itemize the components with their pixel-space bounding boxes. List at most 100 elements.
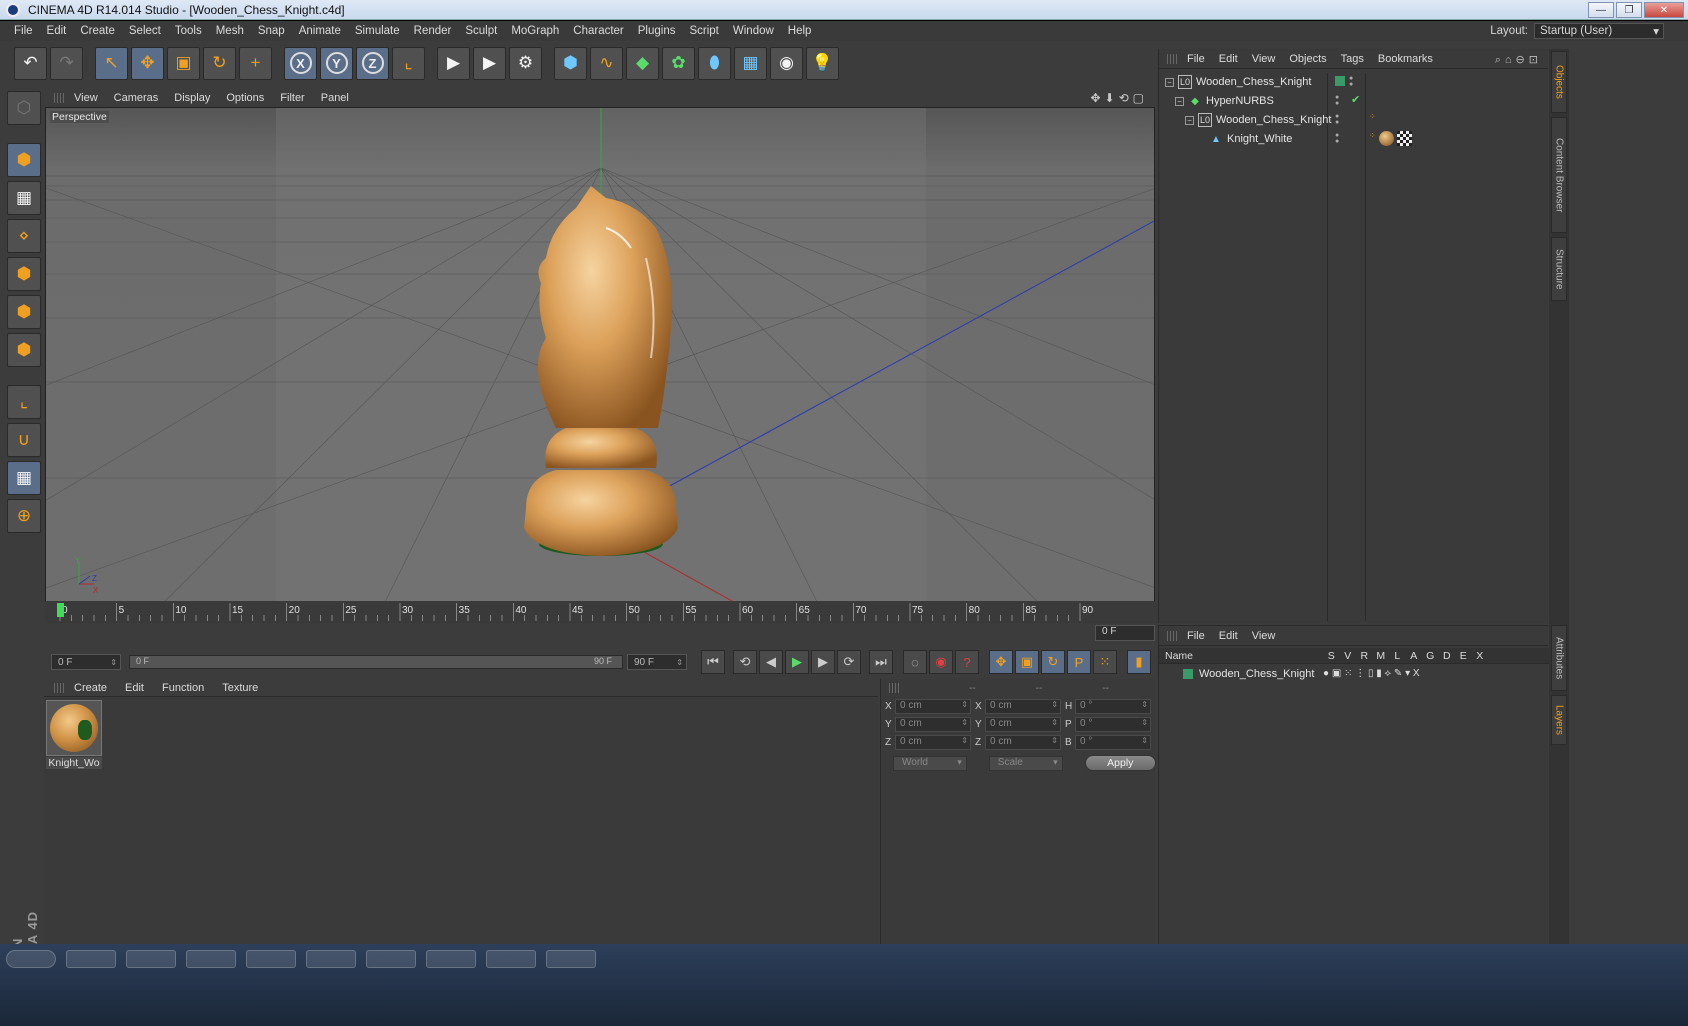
taskbar-item[interactable]: [426, 950, 476, 968]
menu-render[interactable]: Render: [414, 25, 452, 37]
timeline-window-button[interactable]: ▮: [1127, 650, 1151, 674]
material-menu-create[interactable]: Create: [74, 682, 107, 694]
layer-col-manager[interactable]: M: [1373, 650, 1390, 662]
parameter-key-button[interactable]: P: [1067, 650, 1091, 674]
light-button[interactable]: 💡: [806, 46, 839, 80]
end-frame-field[interactable]: 90 F: [627, 654, 687, 670]
minimize-button[interactable]: —: [1588, 2, 1614, 18]
spline-button[interactable]: ∿: [590, 46, 623, 80]
material-name[interactable]: Knight_Wo: [46, 757, 102, 769]
taskbar-item[interactable]: [126, 950, 176, 968]
timeline-ruler[interactable]: 0 5 10 15 20 25 30 35 40 45 50 55 60 65 70 75 80 85 90: [45, 601, 1157, 623]
rotation-p-field[interactable]: 0 °: [1075, 716, 1151, 732]
viewport-menu-panel[interactable]: Panel: [321, 92, 349, 104]
lm-menu-view[interactable]: View: [1252, 630, 1276, 642]
select-tool-button[interactable]: ↖: [95, 46, 128, 80]
tab-structure[interactable]: Structure: [1551, 237, 1567, 301]
taskbar-item[interactable]: [546, 950, 596, 968]
frame-range-slider[interactable]: 0 F 90 F: [129, 655, 623, 669]
layer-col-generators[interactable]: G: [1422, 650, 1439, 662]
taskbar-item[interactable]: [246, 950, 296, 968]
make-editable-button[interactable]: ⬡: [7, 91, 41, 125]
menu-plugins[interactable]: Plugins: [638, 25, 676, 37]
scale-key-button[interactable]: ▣: [1015, 650, 1039, 674]
size-y-field[interactable]: 0 cm: [985, 716, 1061, 732]
menu-create[interactable]: Create: [80, 25, 115, 37]
phong-tag-icon[interactable]: ⁘: [1369, 112, 1376, 121]
points-mode-button[interactable]: ⬢: [7, 257, 41, 291]
menu-sculpt[interactable]: Sculpt: [465, 25, 497, 37]
redo-button[interactable]: ↷: [50, 46, 83, 80]
collapse-icon[interactable]: −: [1175, 96, 1184, 106]
layer-toggle-icons[interactable]: ● ▣ ⁙ ⋮ ▯ ▮ ⟡ ✎ ▾ X: [1323, 668, 1420, 679]
edges-mode-button[interactable]: ⬢: [7, 295, 41, 329]
maximize-button[interactable]: ❐: [1616, 2, 1642, 18]
workplane-mode-button[interactable]: ⋄: [7, 219, 41, 253]
menu-select[interactable]: Select: [129, 25, 161, 37]
menu-edit[interactable]: Edit: [47, 25, 67, 37]
point-level-animation-button[interactable]: ⁙: [1093, 650, 1117, 674]
visibility-dots-icon[interactable]: ● ●: [1335, 132, 1355, 145]
tab-objects[interactable]: Objects: [1551, 51, 1567, 113]
layer-col-render[interactable]: R: [1356, 650, 1373, 662]
om-menu-objects[interactable]: Objects: [1289, 53, 1326, 65]
previous-key-button[interactable]: ⟲: [733, 650, 757, 674]
om-menu-file[interactable]: File: [1187, 53, 1205, 65]
size-z-field[interactable]: 0 cm: [985, 734, 1061, 750]
autokeying-button[interactable]: ◉: [929, 650, 953, 674]
layer-col-view[interactable]: V: [1340, 650, 1357, 662]
menu-tools[interactable]: Tools: [175, 25, 202, 37]
om-menu-edit[interactable]: Edit: [1219, 53, 1238, 65]
menu-animate[interactable]: Animate: [299, 25, 341, 37]
keyframe-selection-button[interactable]: ?: [955, 650, 979, 674]
nurbs-button[interactable]: ◆: [626, 46, 659, 80]
collapse-icon[interactable]: −: [1185, 115, 1194, 125]
visibility-dots-icon[interactable]: ● ●: [1349, 75, 1369, 88]
apply-button[interactable]: Apply: [1084, 755, 1157, 771]
deformer-button[interactable]: ⬮: [698, 46, 731, 80]
floor-button[interactable]: ▦: [734, 46, 767, 80]
material-menu-edit[interactable]: Edit: [125, 682, 144, 694]
layer-row[interactable]: Wooden_Chess_Knight ● ▣ ⁙ ⋮ ▯ ▮ ⟡ ✎ ▾ X: [1159, 666, 1549, 682]
position-z-field[interactable]: 0 cm: [895, 734, 971, 750]
taskbar-item[interactable]: [366, 950, 416, 968]
material-menu-function[interactable]: Function: [162, 682, 204, 694]
start-frame-field[interactable]: 0 F: [51, 654, 121, 670]
model-mode-button[interactable]: ⬢: [7, 143, 41, 177]
render-picture-viewer-button[interactable]: ▶: [473, 46, 506, 80]
coordinate-system-button[interactable]: ⌞: [392, 46, 425, 80]
previous-frame-button[interactable]: ◀: [759, 650, 783, 674]
go-to-end-button[interactable]: ⏭: [869, 650, 893, 674]
phong-tag-icon[interactable]: ⁘: [1369, 131, 1376, 146]
layer-col-animation[interactable]: A: [1406, 650, 1423, 662]
position-y-field[interactable]: 0 cm: [895, 716, 971, 732]
playhead-marker[interactable]: [57, 603, 64, 617]
layout-dropdown[interactable]: Startup (User) ▾: [1534, 23, 1664, 39]
viewport-nav-icons[interactable]: ✥⬇⟲▢: [1090, 91, 1148, 105]
render-view-button[interactable]: ▶: [437, 46, 470, 80]
scale-tool-button[interactable]: ▣: [167, 46, 200, 80]
menu-simulate[interactable]: Simulate: [355, 25, 400, 37]
viewport-menu-display[interactable]: Display: [174, 92, 210, 104]
enabled-check-icon[interactable]: ✔: [1351, 93, 1360, 106]
start-button[interactable]: [6, 950, 56, 968]
material-tag-icon[interactable]: [1378, 131, 1394, 146]
taskbar-item[interactable]: [186, 950, 236, 968]
move-tool-button[interactable]: ✥: [131, 46, 164, 80]
object-row[interactable]: − L0 Wooden_Chess_Knight ● ● ⁘: [1159, 111, 1549, 129]
size-mode-dropdown[interactable]: Scale: [988, 755, 1063, 771]
coordinate-mode-dropdown[interactable]: World: [893, 755, 967, 771]
om-menu-tags[interactable]: Tags: [1341, 53, 1364, 65]
camera-button[interactable]: ◉: [770, 46, 803, 80]
om-toolbar-icons[interactable]: ⌕⌂⊖⊡: [1495, 53, 1542, 67]
rotation-key-button[interactable]: ↻: [1041, 650, 1065, 674]
layer-col-deformers[interactable]: D: [1439, 650, 1456, 662]
layer-col-solo[interactable]: S: [1323, 650, 1340, 662]
taskbar-item[interactable]: [486, 950, 536, 968]
go-to-start-button[interactable]: ⏮: [701, 650, 725, 674]
menu-mesh[interactable]: Mesh: [216, 25, 244, 37]
menu-file[interactable]: File: [14, 25, 33, 37]
perspective-viewport[interactable]: Perspective Y Z X: [45, 107, 1155, 619]
menu-help[interactable]: Help: [788, 25, 812, 37]
menu-character[interactable]: Character: [573, 25, 624, 37]
